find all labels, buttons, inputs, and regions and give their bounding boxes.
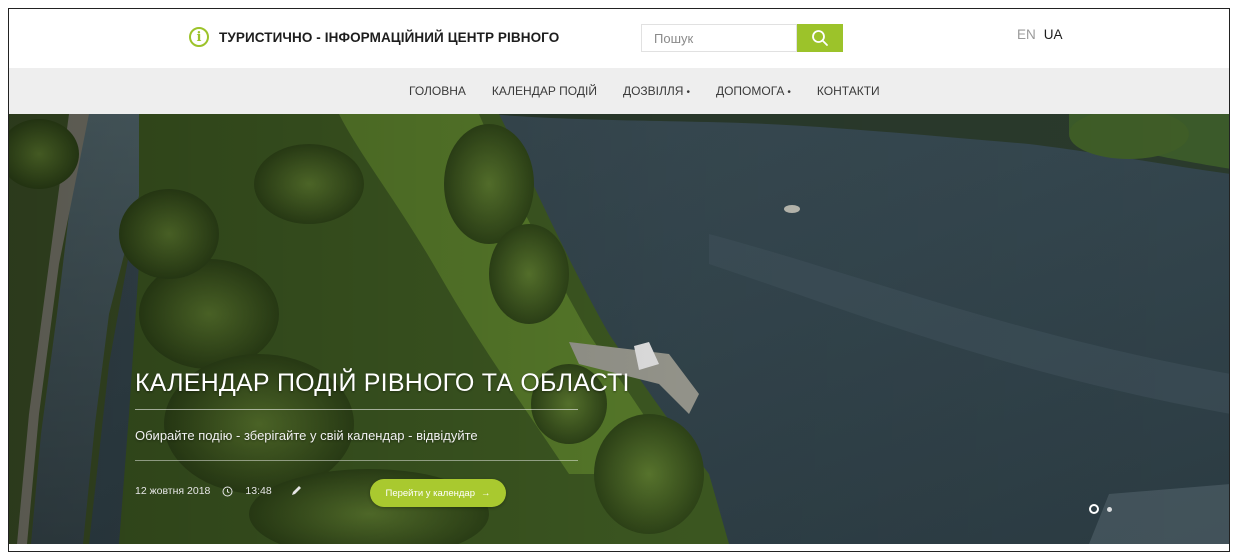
main-nav: ГОЛОВНА КАЛЕНДАР ПОДІЙ ДОЗВІЛЛЯ • ДОПОМОГ…: [9, 68, 1229, 114]
slide-dot-active[interactable]: [1089, 504, 1099, 514]
hero-overlay: [9, 114, 1229, 544]
hero-slider: КАЛЕНДАР ПОДІЙ РІВНОГО ТА ОБЛАСТІ Обирай…: [9, 114, 1229, 544]
language-switcher: EN UA: [1017, 27, 1063, 42]
search-icon: [812, 30, 828, 46]
nav-item-home[interactable]: ГОЛОВНА: [409, 84, 466, 98]
lang-en[interactable]: EN: [1017, 27, 1036, 42]
brand-title: ТУРИСТИЧНО - ІНФОРМАЦІЙНИЙ ЦЕНТР РІВНОГО: [219, 29, 560, 45]
arrow-right-icon: →: [481, 487, 491, 499]
search-input[interactable]: [641, 24, 797, 52]
clock-icon: [222, 486, 233, 497]
hero-date: 12 жовтня 2018: [135, 485, 211, 497]
dropdown-dot-icon: •: [787, 87, 791, 98]
page-frame: i ТУРИСТИЧНО - ІНФОРМАЦІЙНИЙ ЦЕНТР РІВНО…: [8, 8, 1230, 552]
search-button[interactable]: [797, 24, 843, 52]
hero-divider: [135, 460, 578, 461]
hero-subtitle: Обирайте подію - зберігайте у свій кален…: [135, 428, 478, 443]
nav-item-contacts[interactable]: КОНТАКТИ: [817, 84, 880, 98]
hero-meta: 12 жовтня 2018 13:48: [135, 485, 302, 497]
slide-dot[interactable]: [1107, 506, 1112, 512]
cta-label: Перейти у календар: [385, 487, 475, 499]
hero-time: 13:48: [245, 485, 272, 497]
nav-item-help[interactable]: ДОПОМОГА •: [716, 84, 791, 98]
hero-title: КАЛЕНДАР ПОДІЙ РІВНОГО ТА ОБЛАСТІ: [135, 369, 630, 397]
nav-item-leisure[interactable]: ДОЗВІЛЛЯ •: [623, 84, 690, 98]
go-to-calendar-button[interactable]: Перейти у календар →: [370, 479, 506, 507]
slider-pagination: [1089, 504, 1112, 514]
search-form: [641, 24, 843, 52]
info-circle-icon: i: [189, 27, 209, 47]
top-bar: i ТУРИСТИЧНО - ІНФОРМАЦІЙНИЙ ЦЕНТР РІВНО…: [9, 9, 1229, 68]
hero-divider: [135, 409, 578, 410]
lang-ua[interactable]: UA: [1044, 27, 1063, 42]
dropdown-dot-icon: •: [686, 87, 690, 98]
nav-item-events-calendar[interactable]: КАЛЕНДАР ПОДІЙ: [492, 84, 597, 98]
brand[interactable]: i ТУРИСТИЧНО - ІНФОРМАЦІЙНИЙ ЦЕНТР РІВНО…: [189, 27, 559, 47]
pen-icon: [290, 485, 302, 497]
